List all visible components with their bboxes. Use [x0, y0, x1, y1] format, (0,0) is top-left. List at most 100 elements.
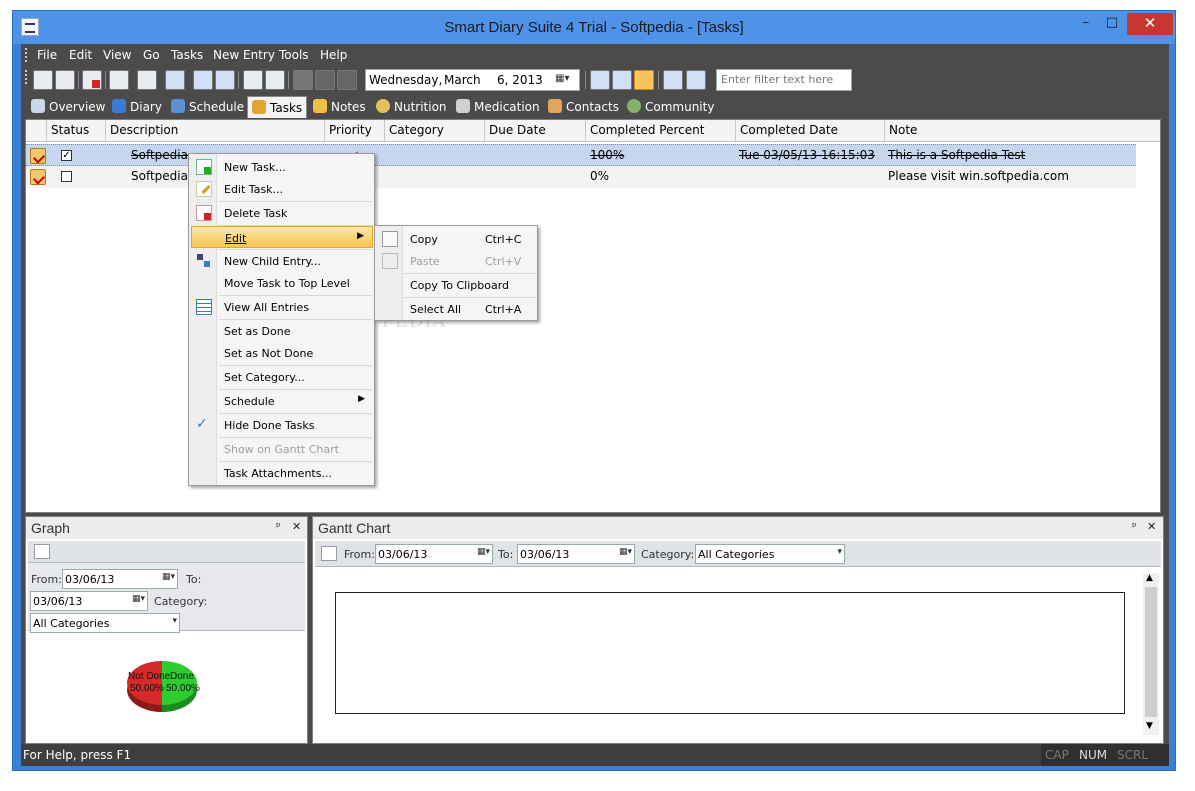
tab-nutrition[interactable]: Nutrition	[376, 96, 447, 118]
filter-input[interactable]: Enter filter text here	[716, 69, 852, 91]
tab-notes[interactable]: Notes	[313, 96, 366, 118]
gantt-toolbar: From: 03/06/13 ▦▾ To: 03/06/13 ▦▾ Category…	[315, 541, 1161, 567]
column-due-date[interactable]: Due Date	[484, 120, 585, 141]
category-select[interactable]: All Categories ▾	[30, 613, 180, 633]
gantt-scrollbar[interactable]: ▲ ▼	[1143, 573, 1159, 735]
close-pane-icon[interactable]: ✕	[1147, 520, 1156, 533]
menu-copy[interactable]: Copy Ctrl+C	[377, 228, 536, 250]
status-checkbox[interactable]	[61, 171, 72, 182]
calendar-dropdown-icon[interactable]: ▦▾	[619, 547, 632, 557]
minimize-button[interactable]: –	[1073, 13, 1099, 35]
new-task-icon	[196, 159, 212, 175]
binoculars-icon[interactable]	[293, 70, 313, 90]
gantt-canvas[interactable]	[335, 592, 1125, 714]
menu-schedule[interactable]: Schedule ▶	[191, 390, 373, 412]
to-date-field[interactable]: 03/06/13 ▦▾	[517, 544, 635, 564]
print-preview-icon[interactable]	[137, 70, 157, 90]
hierarchy-icon[interactable]	[165, 70, 185, 90]
date-picker[interactable]: Wednesday, March 6, 2013 ▦▾	[365, 69, 580, 91]
new-entry-icon[interactable]	[33, 70, 53, 90]
calendar-dropdown-icon[interactable]: ▦▾	[162, 572, 175, 582]
menu-select-all[interactable]: Select All Ctrl+A	[377, 298, 536, 320]
to-date-field[interactable]: 03/06/13 ▦▾	[30, 591, 148, 611]
close-button[interactable]: ✕	[1127, 13, 1173, 35]
menu-new-task[interactable]: New Task...	[191, 156, 373, 178]
column-status[interactable]: Status	[46, 120, 109, 141]
close-pane-icon[interactable]: ✕	[292, 520, 301, 533]
calendar-dropdown-icon[interactable]: ▦▾	[477, 547, 490, 557]
menu-tools[interactable]: Tools	[279, 48, 309, 62]
menu-new-entry[interactable]: New Entry	[213, 48, 275, 62]
graph-filter-area: From: 03/06/13 ▦▾ To: 03/06/13 ▦▾ Category…	[28, 563, 305, 633]
grid-view-icon[interactable]	[590, 70, 610, 90]
column-priority[interactable]: Priority	[324, 120, 384, 141]
tab-overview[interactable]: Overview	[31, 96, 106, 118]
menu-show-on-gantt[interactable]: Show on Gantt Chart	[191, 438, 373, 460]
tab-medication[interactable]: Medication	[456, 96, 540, 118]
menu-file[interactable]: File	[37, 48, 57, 62]
calendar-dropdown-icon[interactable]: ▦▾	[132, 594, 145, 604]
menu-set-category[interactable]: Set Category...	[191, 366, 373, 388]
menu-edit-task[interactable]: Edit Task...	[191, 178, 373, 200]
menu-help[interactable]: Help	[320, 48, 347, 62]
menu-tasks[interactable]: Tasks	[171, 48, 203, 62]
export-icon[interactable]	[265, 70, 285, 90]
find-next-icon[interactable]	[337, 70, 357, 90]
menu-hide-done-tasks[interactable]: ✓ Hide Done Tasks	[191, 414, 373, 436]
menu-copy-to-clipboard[interactable]: Copy To Clipboard	[377, 274, 536, 296]
from-date-field[interactable]: 03/06/13 ▦▾	[375, 544, 493, 564]
calendar-icon[interactable]	[34, 544, 50, 559]
chevron-right-icon: ▶	[357, 231, 364, 241]
column-category[interactable]: Category	[384, 120, 484, 141]
tab-community[interactable]: Community	[627, 96, 714, 118]
tab-contacts[interactable]: Contacts	[548, 96, 619, 118]
find-previous-icon[interactable]	[315, 70, 335, 90]
refresh-icon[interactable]	[243, 70, 263, 90]
menu-go[interactable]: Go	[143, 48, 160, 62]
menu-delete-task[interactable]: Delete Task	[191, 202, 373, 224]
column-completed-percent[interactable]: Completed Percent	[585, 120, 735, 141]
previous-period-icon[interactable]	[612, 70, 632, 90]
toolbar-grip[interactable]	[25, 70, 28, 84]
delete-entry-icon[interactable]	[82, 70, 102, 90]
chevron-up-icon[interactable]: ▲	[1146, 573, 1153, 583]
menu-move-top-level[interactable]: Move Task to Top Level	[191, 272, 373, 294]
chevron-down-icon[interactable]: ▼	[1146, 721, 1153, 731]
title-bar[interactable]: Smart Diary Suite 4 Trial - Softpedia - …	[13, 11, 1175, 44]
print-icon[interactable]	[109, 70, 129, 90]
from-date-field[interactable]: 03/06/13 ▦▾	[62, 569, 178, 589]
pin-icon[interactable]: ᵖ	[1132, 520, 1137, 533]
collapse-icon[interactable]	[193, 70, 213, 90]
next-period-icon[interactable]	[634, 70, 654, 90]
view-all-icon[interactable]	[663, 70, 683, 90]
menu-set-not-done[interactable]: Set as Not Done	[191, 342, 373, 364]
tab-diary[interactable]: Diary	[112, 96, 162, 118]
column-description[interactable]: Description	[105, 120, 325, 141]
menu-view[interactable]: View	[103, 48, 131, 62]
category-select[interactable]: All Categories ▾	[695, 544, 845, 564]
menu-set-done[interactable]: Set as Done	[191, 320, 373, 342]
menu-paste[interactable]: Paste Ctrl+V	[377, 250, 536, 272]
menu-task-attachments[interactable]: Task Attachments...	[191, 462, 373, 484]
status-checkbox[interactable]: ✓	[61, 150, 72, 161]
pin-icon[interactable]: ᵖ	[276, 520, 281, 533]
menu-edit[interactable]: Edit ▶	[191, 226, 373, 248]
menubar-grip[interactable]	[25, 48, 28, 62]
edit-entry-icon[interactable]	[55, 70, 75, 90]
check-icon: ✓	[196, 416, 208, 432]
column-note[interactable]: Note	[884, 120, 1134, 141]
pie-percent-not-done: 50.00%	[130, 683, 164, 694]
tab-tasks[interactable]: Tasks	[247, 96, 308, 118]
scroll-thumb[interactable]	[1145, 587, 1157, 717]
tab-schedule[interactable]: Schedule	[171, 96, 244, 118]
expand-icon[interactable]	[215, 70, 235, 90]
menu-view-all-entries[interactable]: View All Entries	[191, 296, 373, 318]
column-completed-date[interactable]: Completed Date	[735, 120, 884, 141]
calendar-icon[interactable]	[321, 546, 337, 561]
menu-new-child-entry[interactable]: New Child Entry...	[191, 250, 373, 272]
menu-edit[interactable]: Edit	[69, 48, 92, 62]
hide-done-icon[interactable]	[686, 70, 706, 90]
calendar-dropdown-icon[interactable]: ▦▾	[555, 73, 577, 89]
category-label: Category:	[154, 595, 208, 608]
maximize-button[interactable]: □	[1099, 13, 1125, 35]
